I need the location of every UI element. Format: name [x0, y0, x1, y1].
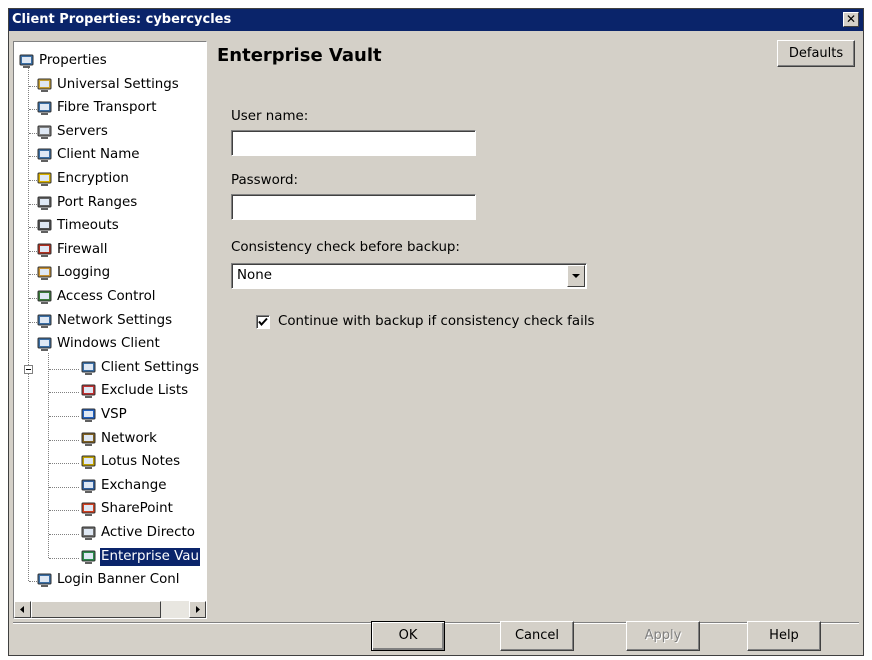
- ok-button[interactable]: OK: [371, 621, 445, 651]
- tree-item-label: Timeouts: [57, 218, 119, 234]
- tree-item-label: Client Settings: [101, 359, 199, 375]
- tree-line: [49, 510, 79, 512]
- tree-line: [28, 64, 29, 582]
- scrollbar-thumb[interactable]: [31, 601, 161, 618]
- tree-line: [49, 392, 79, 394]
- tree-line: [49, 463, 79, 465]
- windows-client-icon: [37, 337, 52, 352]
- lock-icon: [37, 172, 52, 186]
- tree-item-label: Enterprise Vau: [100, 547, 200, 566]
- tree-item-label: Universal Settings: [57, 76, 179, 92]
- settings-icon: [37, 78, 52, 92]
- dropdown-button[interactable]: [567, 265, 585, 287]
- close-button[interactable]: ✕: [843, 12, 859, 27]
- chevron-down-icon: [572, 274, 580, 278]
- tree-item-label: Exclude Lists: [101, 383, 189, 399]
- active-directory-icon: [81, 526, 96, 540]
- tree-item-label: Active Directo: [101, 525, 195, 540]
- checkmark-icon: [258, 317, 268, 327]
- tree-item-label: Servers: [57, 123, 108, 139]
- tree-item-label: Properties: [39, 53, 107, 68]
- network-plug-icon: [81, 432, 96, 446]
- tree-item-label: Fibre Transport: [57, 100, 157, 116]
- consistency-check-value: None: [237, 268, 272, 283]
- properties-tree[interactable]: Properties Universal Settings Fibre Transp…: [13, 41, 207, 619]
- help-button[interactable]: Help: [747, 621, 821, 651]
- password-label: Password:: [231, 173, 299, 188]
- port-icon: [37, 196, 52, 210]
- tree-item-label: Exchange: [101, 477, 167, 493]
- scroll-left-button[interactable]: [14, 601, 31, 618]
- computer-icon: [19, 54, 34, 68]
- exclude-list-icon: [81, 384, 96, 399]
- clock-icon: [37, 219, 52, 234]
- enterprise-vault-icon: [81, 550, 96, 564]
- computer-icon: [37, 148, 52, 163]
- title-bar[interactable]: Client Properties: cybercycles ✕: [9, 9, 863, 31]
- scroll-right-button[interactable]: [189, 601, 206, 618]
- tree-item-label: SharePoint: [101, 501, 173, 517]
- consistency-check-label: Consistency check before backup:: [231, 240, 460, 255]
- tree-line: [49, 368, 79, 370]
- tree-item-label: Access Control: [57, 289, 156, 304]
- login-banner-icon: [37, 573, 52, 588]
- tree-item-label: Logging: [57, 265, 111, 281]
- tree-line: [49, 486, 79, 488]
- horizontal-scrollbar[interactable]: [14, 601, 206, 618]
- sharepoint-icon: [81, 502, 96, 517]
- continue-backup-checkbox[interactable]: [256, 315, 270, 329]
- arrow-right-icon: [196, 606, 200, 613]
- consistency-check-select[interactable]: None: [231, 263, 587, 289]
- tree-item-label: Network: [101, 430, 157, 446]
- tree-item-label: Firewall: [57, 241, 108, 257]
- username-label: User name:: [231, 109, 309, 124]
- defaults-button[interactable]: Defaults: [777, 40, 855, 67]
- lotus-notes-icon: [81, 455, 96, 470]
- window-title: Client Properties: cybercycles: [12, 12, 232, 27]
- tree-item-label: Windows Client: [57, 336, 160, 352]
- arrow-left-icon: [20, 606, 24, 613]
- vsp-icon: [81, 408, 96, 422]
- tree-item-label: Network Settings: [57, 312, 173, 328]
- server-icon: [37, 125, 52, 139]
- tree-line: [48, 353, 49, 558]
- network-icon: [37, 314, 52, 328]
- tree-item-label: Encryption: [57, 171, 129, 186]
- tree-line: [49, 557, 79, 559]
- exchange-icon: [81, 479, 96, 493]
- tree-item-label: Port Ranges: [57, 194, 138, 210]
- password-field[interactable]: [231, 194, 476, 220]
- cancel-button[interactable]: Cancel: [500, 621, 574, 651]
- panel-splitter[interactable]: [209, 41, 211, 619]
- username-field[interactable]: [231, 130, 476, 156]
- tree-line: [49, 534, 79, 535]
- page-title: Enterprise Vault: [217, 45, 382, 66]
- client-properties-window: Client Properties: cybercycles ✕ Propert…: [8, 8, 864, 656]
- close-icon: ✕: [845, 12, 857, 26]
- collapse-icon[interactable]: [24, 365, 33, 374]
- tree-item-label: Lotus Notes: [101, 454, 181, 470]
- continue-backup-label[interactable]: Continue with backup if consistency chec…: [278, 314, 595, 329]
- firewall-icon: [37, 243, 52, 257]
- tree-line: [49, 439, 79, 441]
- log-icon: [37, 266, 52, 281]
- tree-item-label: Login Banner Conl: [57, 572, 180, 588]
- tree-item-label: Client Name: [57, 147, 140, 163]
- tree-item-label: VSP: [101, 407, 127, 422]
- tree-line: [49, 416, 79, 417]
- access-control-icon: [37, 290, 52, 304]
- computer-icon: [81, 361, 96, 375]
- fibre-transport-icon: [37, 101, 52, 116]
- apply-button[interactable]: Apply: [626, 621, 700, 651]
